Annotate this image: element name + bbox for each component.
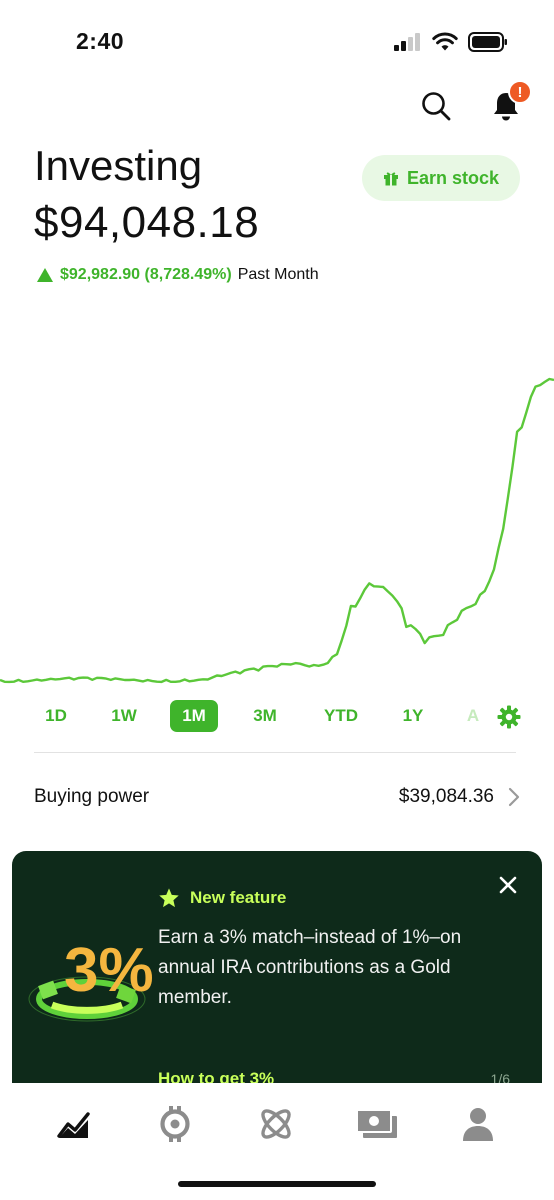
portfolio-chart[interactable]: [0, 300, 554, 700]
person-icon: [463, 1108, 493, 1141]
chart-svg: [0, 377, 554, 684]
graphic-text: 3%: [64, 936, 152, 1005]
buying-power-row[interactable]: Buying power $39,084.36: [34, 780, 520, 814]
portfolio-value: $94,048.18: [34, 198, 260, 247]
tab-account[interactable]: [455, 1101, 501, 1147]
promo-link[interactable]: How to get 3%: [158, 1069, 274, 1083]
wifi-icon: [432, 32, 458, 51]
chevron-right-icon: [508, 787, 520, 807]
divider: [34, 752, 516, 753]
tab-crypto[interactable]: [152, 1101, 198, 1147]
range-selector: 1D 1W 1M 3M YTD 1Y A: [0, 700, 554, 734]
earn-stock-label: Earn stock: [406, 167, 500, 188]
page-title: Investing: [34, 142, 203, 189]
buying-power-label: Buying power: [34, 786, 150, 807]
tab-spending[interactable]: [354, 1101, 400, 1147]
status-icons: [394, 30, 508, 54]
promo-page-indicator: 1/6: [490, 1071, 510, 1083]
chart-line-icon: [57, 1112, 90, 1138]
up-triangle-icon: [37, 268, 53, 282]
series-line: [0, 377, 554, 684]
promo-card[interactable]: 3% New feature Earn a 3% match–instead o…: [12, 851, 542, 1083]
status-time: 2:40: [76, 28, 125, 54]
tab-retirement[interactable]: [253, 1101, 299, 1147]
change-amount: $92,982.90 (8,728.49%): [60, 266, 232, 283]
cash-icon: [356, 1109, 397, 1138]
buying-power-value: $39,084.36: [398, 786, 494, 807]
cellular-signal-icon: [394, 33, 420, 51]
change-row: $92,982.90 (8,728.49%) Past Month: [36, 266, 319, 284]
range-ytd[interactable]: YTD: [318, 700, 364, 732]
three-percent-graphic: 3%: [28, 936, 152, 1022]
close-icon[interactable]: [496, 873, 520, 897]
range-1m[interactable]: 1M: [170, 700, 218, 732]
range-all[interactable]: A: [462, 700, 484, 732]
change-period: Past Month: [237, 266, 319, 283]
chart-settings-button[interactable]: [497, 705, 521, 729]
status-bar: 2:40: [0, 0, 554, 84]
earn-stock-button[interactable]: Earn stock: [362, 155, 520, 201]
promo-tag: New feature: [158, 887, 286, 909]
range-1w[interactable]: 1W: [104, 700, 144, 732]
atom-icon: [261, 1109, 291, 1139]
home-indicator: [178, 1181, 376, 1187]
search-button[interactable]: [416, 86, 456, 126]
range-3m[interactable]: 3M: [245, 700, 285, 732]
search-icon: [422, 92, 451, 121]
crypto-icon: [160, 1106, 190, 1142]
top-actions: !: [416, 80, 532, 126]
notification-badge: !: [508, 80, 532, 104]
range-1y[interactable]: 1Y: [397, 700, 429, 732]
gear-icon: [497, 705, 521, 729]
gift-icon: [383, 172, 398, 186]
promo-body: Earn a 3% match–instead of 1%–on annual …: [158, 927, 462, 1008]
tab-investing[interactable]: [51, 1101, 97, 1147]
battery-icon: [468, 32, 507, 52]
star-icon: [159, 888, 179, 908]
range-1d[interactable]: 1D: [38, 700, 74, 732]
promo-tag-label: New feature: [190, 888, 287, 907]
notifications-button[interactable]: !: [486, 80, 532, 126]
